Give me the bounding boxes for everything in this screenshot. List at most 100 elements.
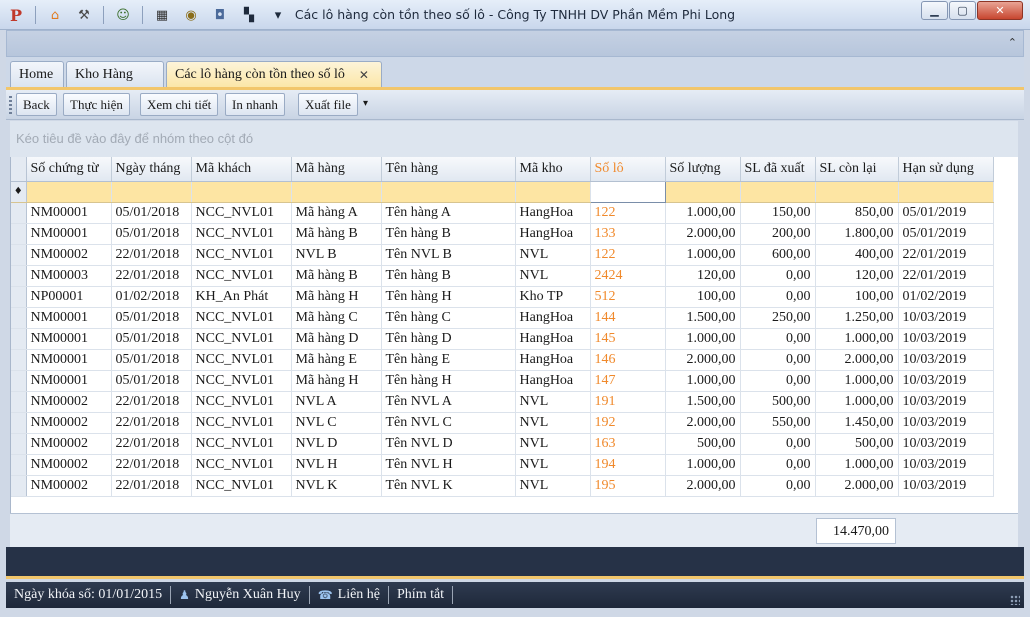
col-ten-hang-cell[interactable]: Tên hàng B (381, 265, 516, 287)
quick-print-button[interactable]: In nhanh (225, 93, 285, 116)
col-sl-da-xuat-cell[interactable]: 600,00 (740, 244, 816, 266)
col-ma-kho-cell[interactable]: HangHoa (515, 349, 591, 371)
row-indicator[interactable] (11, 265, 27, 287)
col-ma-khach-cell[interactable]: KH_An Phát (191, 286, 292, 308)
col-so-luong-cell[interactable]: 500,00 (665, 433, 741, 455)
col-han-su-dung-cell[interactable]: 10/03/2019 (898, 391, 994, 413)
col-so-lo-cell[interactable]: 147 (590, 370, 666, 392)
col-ten-hang-cell[interactable]: Tên NVL K (381, 475, 516, 497)
col-so-lo-header[interactable]: Số lô (590, 157, 666, 182)
col-so-luong-cell[interactable]: 1.000,00 (665, 454, 741, 476)
col-sl-con-lai-cell[interactable]: 2.000,00 (815, 349, 899, 371)
col-ma-khach-cell[interactable]: NCC_NVL01 (191, 223, 292, 245)
col-sl-da-xuat-cell[interactable]: 0,00 (740, 475, 816, 497)
col-ma-hang-cell[interactable]: NVL C (291, 412, 382, 434)
row-indicator[interactable] (11, 454, 27, 476)
col-ngay-thang-cell[interactable]: 01/02/2018 (111, 286, 192, 308)
col-so-luong-cell[interactable]: 1.000,00 (665, 328, 741, 350)
col-ma-hang-cell[interactable]: Mã hàng B (291, 265, 382, 287)
col-sl-con-lai-cell[interactable]: 500,00 (815, 433, 899, 455)
table-row[interactable]: NM00001 05/01/2018 NCC_NVL01 Mã hàng D Tên h… (11, 328, 994, 350)
col-sl-da-xuat-cell[interactable]: 0,00 (740, 454, 816, 476)
col-han-su-dung-filter-cell[interactable] (898, 181, 994, 203)
row-indicator[interactable] (11, 391, 27, 413)
col-so-luong-header[interactable]: Số lượng (665, 157, 741, 182)
col-sl-con-lai-cell[interactable]: 2.000,00 (815, 475, 899, 497)
col-ngay-thang-cell[interactable]: 05/01/2018 (111, 370, 192, 392)
col-so-lo-cell[interactable]: 2424 (590, 265, 666, 287)
row-indicator[interactable] (11, 412, 27, 434)
col-so-luong-cell[interactable]: 2.000,00 (665, 349, 741, 371)
col-so-chung-tu-cell[interactable]: NM00001 (26, 349, 112, 371)
col-so-chung-tu-header[interactable]: Số chứng từ (26, 157, 112, 182)
col-ten-hang-cell[interactable]: Tên hàng H (381, 370, 516, 392)
col-so-lo-filter-cell[interactable] (589, 180, 666, 203)
col-ma-hang-cell[interactable]: NVL D (291, 433, 382, 455)
col-so-lo-cell[interactable]: 512 (590, 286, 666, 308)
row-indicator[interactable] (11, 223, 27, 245)
row-indicator[interactable] (11, 244, 27, 266)
col-sl-con-lai-header[interactable]: SL còn lại (815, 157, 899, 182)
col-so-lo-cell[interactable]: 145 (590, 328, 666, 350)
col-ma-kho-cell[interactable]: HangHoa (515, 370, 591, 392)
toolbar-grip[interactable] (9, 96, 12, 114)
col-so-luong-cell[interactable]: 2.000,00 (665, 412, 741, 434)
table-row[interactable]: NM00002 22/01/2018 NCC_NVL01 NVL C Tên NVL C… (11, 412, 994, 434)
col-ngay-thang-cell[interactable]: 22/01/2018 (111, 244, 192, 266)
col-ma-kho-cell[interactable]: HangHoa (515, 223, 591, 245)
col-sl-da-xuat-cell[interactable]: 200,00 (740, 223, 816, 245)
col-sl-da-xuat-cell[interactable]: 150,00 (740, 202, 816, 224)
col-sl-con-lai-cell[interactable]: 850,00 (815, 202, 899, 224)
col-ngay-thang-cell[interactable]: 05/01/2018 (111, 202, 192, 224)
row-indicator[interactable] (11, 307, 27, 329)
col-han-su-dung-cell[interactable]: 10/03/2019 (898, 370, 994, 392)
col-sl-con-lai-cell[interactable]: 1.450,00 (815, 412, 899, 434)
col-ten-hang-header[interactable]: Tên hàng (381, 157, 516, 182)
col-so-chung-tu-cell[interactable]: NM00001 (26, 370, 112, 392)
col-ten-hang-cell[interactable]: Tên hàng H (381, 286, 516, 308)
col-ten-hang-cell[interactable]: Tên NVL D (381, 433, 516, 455)
col-ten-hang-cell[interactable]: Tên hàng D (381, 328, 516, 350)
col-ma-hang-cell[interactable]: Mã hàng B (291, 223, 382, 245)
col-sl-con-lai-cell[interactable]: 1.000,00 (815, 454, 899, 476)
col-so-chung-tu-cell[interactable]: NM00002 (26, 412, 112, 434)
col-han-su-dung-cell[interactable]: 10/03/2019 (898, 454, 994, 476)
resize-grip[interactable] (1010, 595, 1020, 605)
user-status[interactable]: ♟ Nguyễn Xuân Huy (171, 586, 310, 604)
col-ma-khach-cell[interactable]: NCC_NVL01 (191, 202, 292, 224)
row-indicator[interactable] (11, 433, 27, 455)
col-ma-hang-cell[interactable]: Mã hàng A (291, 202, 382, 224)
col-ma-kho-cell[interactable]: NVL (515, 244, 591, 266)
col-so-chung-tu-cell[interactable]: NM00002 (26, 454, 112, 476)
col-so-chung-tu-cell[interactable]: NM00002 (26, 433, 112, 455)
col-ma-khach-cell[interactable]: NCC_NVL01 (191, 433, 292, 455)
col-ten-hang-cell[interactable]: Tên NVL H (381, 454, 516, 476)
back-button[interactable]: Back (16, 93, 57, 116)
table-row[interactable]: NM00001 05/01/2018 NCC_NVL01 Mã hàng B Tên h… (11, 223, 994, 245)
col-so-lo-cell[interactable]: 146 (590, 349, 666, 371)
col-ma-khach-header[interactable]: Mã khách (191, 157, 292, 182)
col-han-su-dung-header[interactable]: Hạn sử dụng (898, 157, 994, 182)
col-sl-con-lai-cell[interactable]: 1.000,00 (815, 370, 899, 392)
col-ma-khach-cell[interactable]: NCC_NVL01 (191, 454, 292, 476)
col-sl-da-xuat-cell[interactable]: 0,00 (740, 328, 816, 350)
col-ten-hang-filter-cell[interactable] (381, 181, 516, 203)
col-ngay-thang-cell[interactable]: 22/01/2018 (111, 433, 192, 455)
col-so-luong-cell[interactable]: 1.500,00 (665, 391, 741, 413)
col-so-luong-cell[interactable]: 1.000,00 (665, 244, 741, 266)
col-han-su-dung-cell[interactable]: 22/01/2019 (898, 244, 994, 266)
col-ma-khach-cell[interactable]: NCC_NVL01 (191, 328, 292, 350)
row-indicator[interactable] (11, 370, 27, 392)
col-han-su-dung-cell[interactable]: 10/03/2019 (898, 307, 994, 329)
col-so-luong-cell[interactable]: 100,00 (665, 286, 741, 308)
col-han-su-dung-cell[interactable]: 01/02/2019 (898, 286, 994, 308)
col-so-lo-cell[interactable]: 194 (590, 454, 666, 476)
col-ngay-thang-cell[interactable]: 22/01/2018 (111, 454, 192, 476)
col-so-lo-cell[interactable]: 122 (590, 202, 666, 224)
col-ma-hang-cell[interactable]: Mã hàng H (291, 286, 382, 308)
close-tab-icon[interactable]: ✕ (359, 68, 369, 82)
col-ten-hang-cell[interactable]: Tên hàng E (381, 349, 516, 371)
col-ngay-thang-cell[interactable]: 05/01/2018 (111, 328, 192, 350)
col-ma-khach-cell[interactable]: NCC_NVL01 (191, 349, 292, 371)
col-so-lo-cell[interactable]: 163 (590, 433, 666, 455)
